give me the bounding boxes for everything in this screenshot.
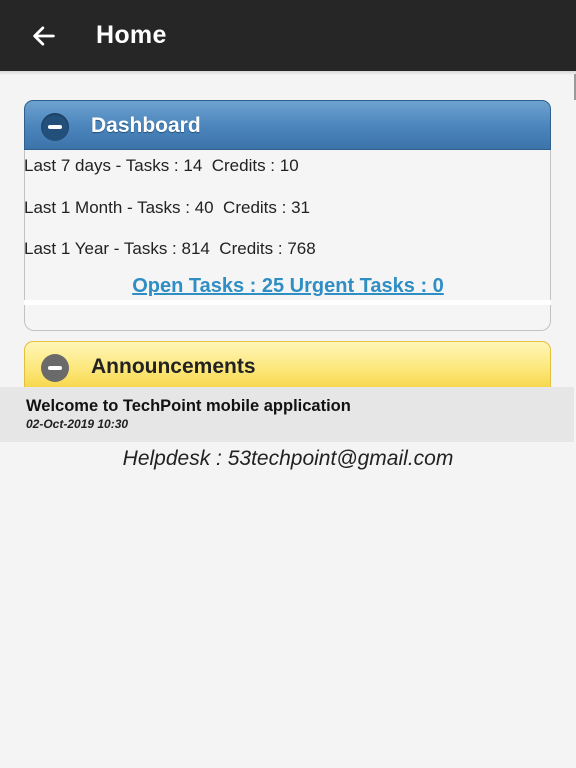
announcement-item[interactable]: Welcome to TechPoint mobile application … [0, 387, 574, 442]
panel-divider [24, 300, 551, 305]
page-title: Home [96, 21, 167, 49]
dashboard-title: Dashboard [91, 114, 201, 137]
dashboard-panel-header[interactable]: Dashboard [24, 100, 551, 150]
open-tasks-link[interactable]: Open Tasks : 25 Urgent Tasks : 0 [0, 275, 576, 298]
announcement-date: 02-Oct-2019 10:30 [26, 417, 129, 431]
stat-last-1-year: Last 1 Year - Tasks : 814 Credits : 768 [24, 239, 316, 258]
arrow-left-icon [33, 26, 55, 46]
minus-circle-icon [41, 354, 69, 382]
helpdesk-contact: Helpdesk : 53techpoint@gmail.com [122, 447, 454, 470]
back-button[interactable] [22, 17, 66, 55]
announcements-panel-header[interactable]: Announcements [24, 341, 551, 387]
stat-last-1-month: Last 1 Month - Tasks : 40 Credits : 31 [24, 198, 310, 217]
app-screen: Home Dashboard Last 7 days - Tasks : 14 … [0, 0, 576, 768]
app-header: Home [0, 0, 576, 71]
header-shadow [0, 71, 576, 75]
announcement-title: Welcome to TechPoint mobile application [26, 397, 351, 415]
stat-last-7-days: Last 7 days - Tasks : 14 Credits : 10 [24, 156, 299, 175]
announcements-title: Announcements [91, 355, 256, 378]
minus-circle-icon [41, 113, 69, 141]
